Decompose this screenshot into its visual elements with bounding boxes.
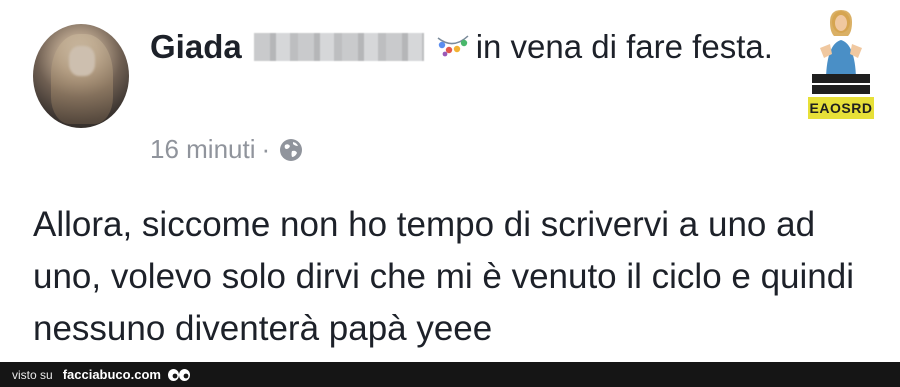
blurred-surname <box>253 33 424 61</box>
eyes-icon <box>167 368 190 381</box>
footer-site[interactable]: facciabuco.com <box>63 367 161 382</box>
activity-text: in vena di fare festa. <box>475 28 773 65</box>
author-avatar[interactable] <box>33 24 129 128</box>
watermark-footer: visto su facciabuco.com <box>0 362 900 387</box>
badge-strip-bottom <box>812 85 870 94</box>
party-lights-icon <box>437 35 469 57</box>
footer-prefix: visto su <box>12 367 53 382</box>
meta-separator: · <box>261 134 271 164</box>
globe-icon[interactable] <box>278 137 304 163</box>
watermark-badge: EAOSRD <box>806 8 876 119</box>
author-name[interactable]: Giada <box>150 28 242 65</box>
woman-figure-icon <box>820 10 862 78</box>
timestamp[interactable]: 16 minuti <box>150 134 256 165</box>
post-header: Giada in vena di fare festa. <box>150 26 790 68</box>
post-body: Allora, siccome non ho tempo di scriverv… <box>33 205 854 348</box>
badge-logo: EAOSRD <box>808 97 874 119</box>
badge-strip-top <box>812 74 870 83</box>
facebook-post: Giada in vena di fare festa. 16 minuti · <box>0 0 900 362</box>
post-meta: 16 minuti · <box>150 134 304 165</box>
